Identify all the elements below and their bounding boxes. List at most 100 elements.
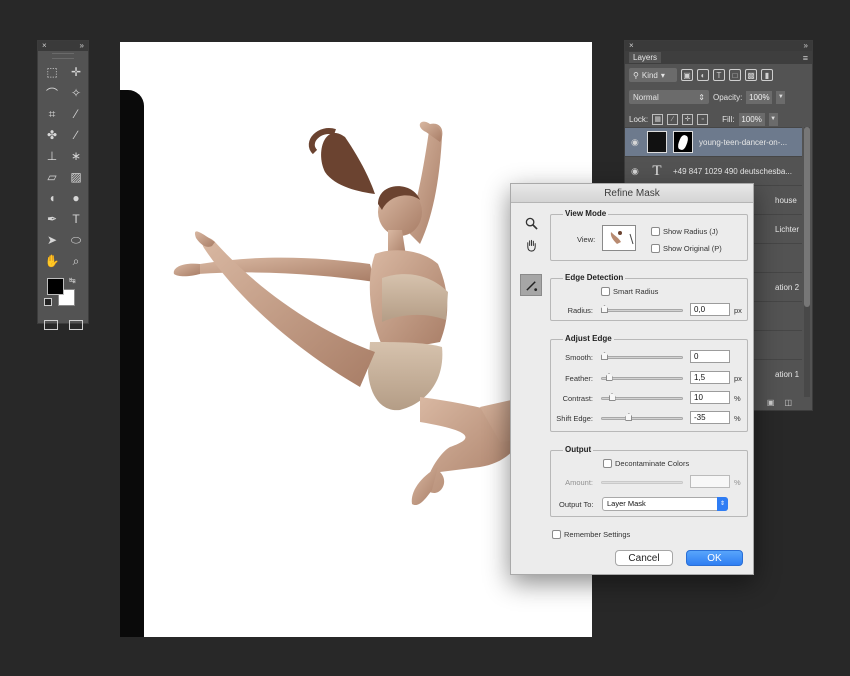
feather-slider[interactable] [601,373,683,381]
path-selection-icon[interactable]: ➤ [40,231,64,249]
lock-position-icon[interactable]: ✛ [682,113,694,125]
smooth-slider-knob[interactable] [601,352,608,360]
lock-image-icon[interactable]: ∕ [667,113,679,125]
eyedropper-icon[interactable]: ⁄ [64,105,88,123]
visibility-eye-icon[interactable]: ◉ [631,166,641,177]
filter-type-icon[interactable]: T [713,69,725,81]
opacity-input[interactable]: 100% [746,90,773,104]
swap-colors-icon[interactable]: ↹ [69,276,76,285]
smart-radius-box[interactable] [601,287,610,296]
filter-toggle-icon[interactable]: ▮ [761,69,773,81]
contrast-slider[interactable] [601,393,683,401]
show-original-box[interactable] [651,244,660,253]
layer-row[interactable]: ◉ young-teen-dancer-on-... [625,127,802,156]
opacity-dropdown-icon[interactable]: ▼ [776,90,786,104]
radius-input[interactable]: 0,0 [690,303,730,316]
shift-edge-input[interactable]: -35 [690,411,730,424]
filter-shape-icon[interactable]: □ [729,69,741,81]
zoom-icon[interactable] [521,214,541,232]
fill-input[interactable]: 100% [738,112,765,126]
hand-icon[interactable] [521,236,541,254]
layer-row[interactable]: ◉ T +49 847 1029 490 deutschesba... [625,156,802,185]
smooth-slider[interactable] [601,352,683,360]
type-layer-icon: T [652,162,662,179]
shift-edge-label: Shift Edge: [556,413,593,423]
shift-edge-slider-knob[interactable] [625,413,633,421]
show-radius-box[interactable] [651,227,660,236]
visibility-eye-icon[interactable]: ◉ [631,137,641,148]
tab-layers[interactable]: Layers [629,52,662,63]
refine-radius-brush-icon[interactable] [520,274,542,296]
view-mode-group: View Mode View: Show Radius (J) Show Ori… [550,209,748,261]
panel-grip[interactable] [52,53,74,59]
smart-radius-label: Smart Radius [613,287,659,296]
crop-icon[interactable]: ⌗ [40,105,64,123]
layer-mask-thumbnail[interactable] [673,131,693,153]
delete-layer-icon[interactable]: ◫ [784,398,792,407]
contrast-input[interactable]: 10 [690,391,730,404]
ok-button[interactable]: OK [686,550,743,566]
history-brush-icon[interactable]: ∗ [64,147,88,165]
type-icon[interactable]: T [64,210,88,228]
screen-mode-icon[interactable] [68,320,83,330]
show-radius-checkbox[interactable]: Show Radius (J) [651,227,718,236]
dodge-icon[interactable]: ● [64,189,88,207]
amount-label: Amount: [565,477,593,487]
quick-mask-icon[interactable] [43,320,58,330]
filter-smart-object-icon[interactable]: ▩ [745,69,757,81]
ellipse-icon[interactable]: ⬭ [64,231,88,249]
smart-radius-checkbox[interactable]: Smart Radius [601,287,658,296]
remember-settings-checkbox[interactable]: Remember Settings [552,530,630,539]
layers-scrollbar[interactable] [804,127,810,397]
panel-menu-icon[interactable]: ≡ [803,53,808,63]
pen-icon[interactable]: ✒ [40,210,64,228]
clone-stamp-icon[interactable]: ⊥ [40,147,64,165]
radius-slider-track [601,309,683,312]
filter-pixel-icon[interactable]: ▣ [681,69,693,81]
fill-label: Fill: [722,114,735,124]
fill-dropdown-icon[interactable]: ▼ [768,112,778,126]
smooth-input[interactable]: 0 [690,350,730,363]
close-icon[interactable]: × [42,41,47,51]
kind-filter-select[interactable]: ⚲ Kind ▾ [629,68,677,82]
output-to-select[interactable]: Layer Mask ⇕ [602,497,728,511]
rect-marquee-icon[interactable]: ⬚ [40,63,64,81]
brush-icon[interactable]: ∕ [64,126,88,144]
radius-unit: px [734,306,742,315]
radius-slider-knob[interactable] [601,305,608,313]
scrollbar-thumb[interactable] [804,127,810,307]
shift-edge-slider[interactable] [601,413,683,421]
collapse-icon[interactable]: » [80,41,84,51]
feather-input[interactable]: 1,5 [690,371,730,384]
gradient-icon[interactable]: ▨ [64,168,88,186]
magic-wand-icon[interactable]: ✧ [64,84,88,102]
move-icon[interactable]: ✛ [64,63,88,81]
close-icon[interactable]: × [629,41,634,51]
zoom-icon[interactable]: ⌕ [64,252,88,270]
lock-all-icon[interactable]: ▫ [697,113,709,125]
healing-brush-icon[interactable]: ✤ [40,126,64,144]
lasso-icon[interactable]: ⌒ [40,84,64,102]
new-layer-icon[interactable]: ▣ [767,398,775,407]
remember-settings-box[interactable] [552,530,561,539]
layer-name: ation 1 [775,369,800,379]
decontaminate-box[interactable] [603,459,612,468]
cancel-button[interactable]: Cancel [615,550,673,566]
lock-transparent-icon[interactable]: ▦ [652,113,664,125]
blur-icon[interactable]: ◖ [40,189,64,207]
decontaminate-checkbox[interactable]: Decontaminate Colors [603,459,689,468]
show-original-checkbox[interactable]: Show Original (P) [651,244,722,253]
foreground-color-swatch[interactable] [47,278,64,295]
hand-icon[interactable]: ✋ [40,252,64,270]
default-colors-icon[interactable] [44,298,52,306]
chevron-updown-icon: ⇕ [717,497,728,511]
contrast-slider-knob[interactable] [608,393,616,401]
blend-mode-select[interactable]: Normal ⇕ [629,90,709,104]
layer-thumbnail[interactable] [647,131,667,153]
view-mode-select[interactable] [602,225,636,251]
feather-slider-knob[interactable] [605,373,613,381]
radius-slider[interactable] [601,305,683,313]
collapse-icon[interactable]: » [804,41,808,51]
filter-adjustment-icon[interactable]: ◐ [697,69,709,81]
eraser-icon[interactable]: ▱ [40,168,64,186]
